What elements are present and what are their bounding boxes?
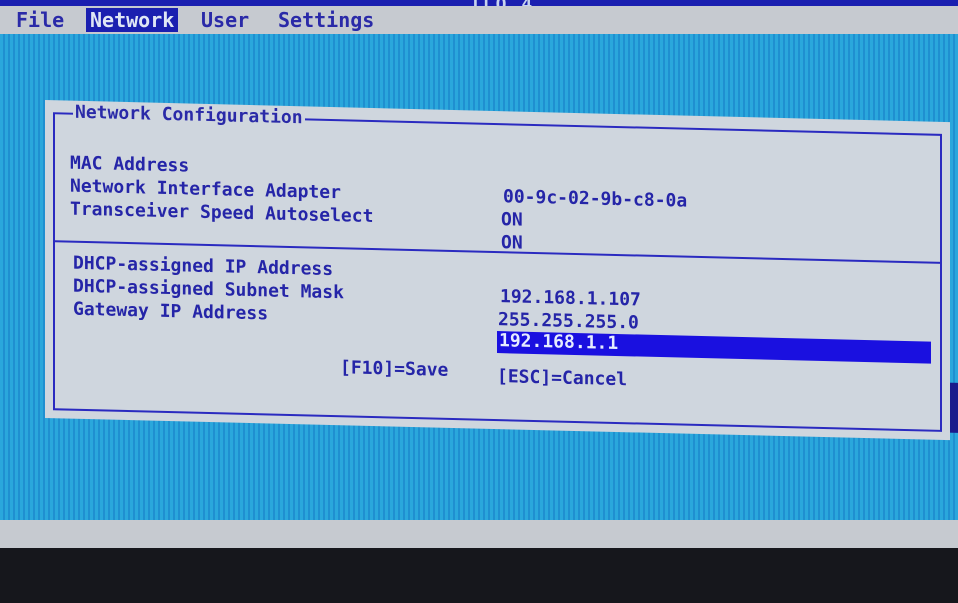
mac-address-value: 00-9c-02-9b-c8-0a [503, 186, 688, 212]
save-hint[interactable]: [F10]=Save [340, 357, 448, 381]
menu-file[interactable]: File [12, 8, 68, 32]
menu-user[interactable]: User [197, 8, 253, 32]
network-interface-adapter-value[interactable]: ON [501, 209, 523, 231]
network-configuration-dialog: Network Configuration MAC Address Networ… [45, 100, 950, 441]
dhcp-ip-value: 192.168.1.107 [500, 286, 641, 311]
status-bar [0, 520, 958, 548]
mac-address-label: MAC Address [70, 152, 190, 177]
menu-settings[interactable]: Settings [274, 8, 378, 32]
menu-bar: File Network User Settings [0, 6, 958, 34]
screen: ILO 4 File Network User Settings Network… [0, 0, 958, 560]
cancel-hint[interactable]: [ESC]=Cancel [497, 366, 627, 390]
gateway-ip-value[interactable]: 192.168.1.1 [499, 330, 618, 354]
monitor-bezel [0, 548, 958, 603]
menu-network[interactable]: Network [86, 8, 179, 32]
